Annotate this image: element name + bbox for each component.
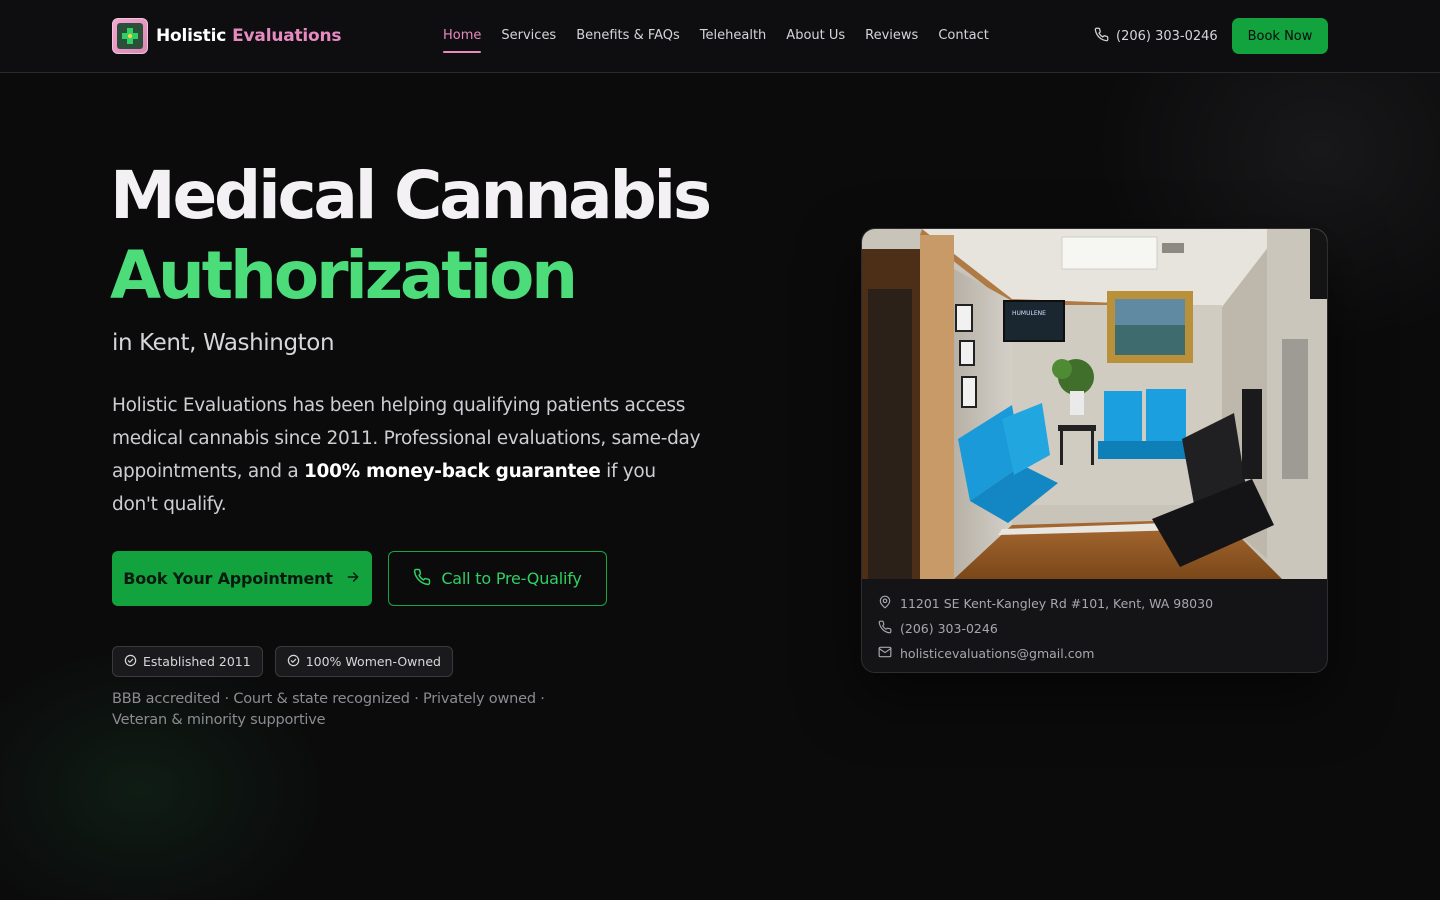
badge-row: Established 2011 100% Women-Owned (112, 646, 453, 677)
mail-icon (878, 645, 892, 662)
map-pin-icon (878, 595, 892, 612)
book-now-button[interactable]: Book Now (1232, 18, 1328, 54)
tv-screen-text: HUMULENE (1012, 310, 1046, 317)
check-circle-icon (124, 654, 137, 670)
card-phone: (206) 303-0246 (900, 621, 998, 636)
card-contact-info: 11201 SE Kent-Kangley Rd #101, Kent, WA … (878, 591, 1213, 666)
brand-name: Holistic Evaluations (156, 26, 342, 46)
call-prequalify-button[interactable]: Call to Pre-Qualify (388, 551, 607, 606)
hero-title-line1: Medical Cannabis (110, 157, 712, 234)
nav-contact[interactable]: Contact (938, 26, 989, 50)
nav-reviews[interactable]: Reviews (865, 26, 918, 50)
phone-icon (413, 568, 431, 590)
card-email: holisticevaluations@gmail.com (900, 646, 1095, 661)
badge-women-owned: 100% Women-Owned (274, 646, 453, 677)
header-phone-link[interactable]: (206) 303-0246 (1094, 26, 1218, 46)
nav-about-us[interactable]: About Us (786, 26, 845, 50)
arrow-right-icon (345, 569, 361, 589)
site-header: Holistic Evaluations Home Services Benefi… (0, 0, 1440, 73)
nav-home[interactable]: Home (443, 26, 482, 53)
card-phone-row[interactable]: (206) 303-0246 (878, 616, 1213, 641)
badge-women-owned-label: 100% Women-Owned (305, 654, 441, 669)
location-card: HUMULENE 11201 SE Kent-Kangley Rd #101, … (861, 228, 1328, 673)
check-circle-icon (287, 654, 300, 670)
brand-name-first: Holistic (156, 26, 227, 46)
hero-subtitle: in Kent, Washington (112, 330, 335, 356)
header-phone-number: (206) 303-0246 (1116, 28, 1218, 44)
logo[interactable]: Holistic Evaluations (112, 18, 342, 54)
card-address: 11201 SE Kent-Kangley Rd #101, Kent, WA … (900, 596, 1214, 611)
book-appointment-label: Book Your Appointment (123, 569, 333, 588)
nav-telehealth[interactable]: Telehealth (700, 26, 767, 50)
main-nav: Home Services Benefits & FAQs Telehealth… (443, 26, 1009, 53)
trust-statement: BBB accredited · Court & state recognize… (112, 691, 545, 728)
hero-desc-guarantee: 100% money-back guarantee (303, 461, 601, 482)
nav-benefits-faqs[interactable]: Benefits & FAQs (576, 26, 680, 50)
phone-icon (1094, 27, 1109, 46)
hero-title-line2: Authorization (110, 237, 578, 314)
book-appointment-button[interactable]: Book Your Appointment (112, 551, 372, 606)
card-email-row[interactable]: holisticevaluations@gmail.com (878, 641, 1213, 666)
phone-icon (878, 620, 892, 637)
call-prequalify-label: Call to Pre-Qualify (441, 569, 582, 588)
waiting-room-photo: HUMULENE (862, 229, 1327, 579)
nav-services[interactable]: Services (501, 26, 556, 50)
card-address-row[interactable]: 11201 SE Kent-Kangley Rd #101, Kent, WA … (878, 591, 1213, 616)
brand-name-second: Evaluations (232, 26, 342, 46)
hero-description: Holistic Evaluations has been helping qu… (112, 389, 702, 521)
badge-established-label: Established 2011 (143, 654, 251, 669)
hero-title: Medical Cannabis Authorization (110, 156, 712, 316)
logo-cross-icon (112, 18, 148, 54)
badge-established: Established 2011 (112, 646, 263, 677)
